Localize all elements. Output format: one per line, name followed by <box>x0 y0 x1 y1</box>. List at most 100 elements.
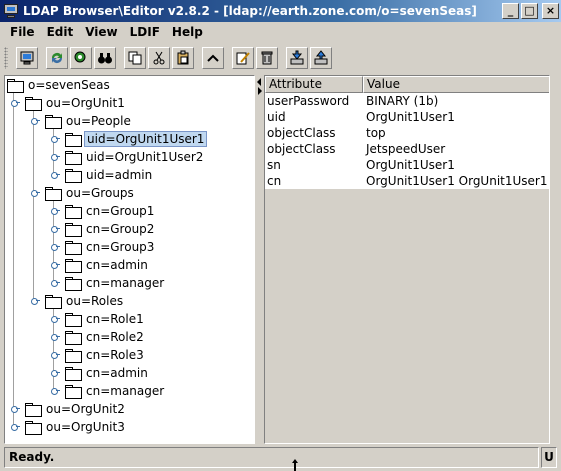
split-divider[interactable] <box>255 75 264 444</box>
window-title: LDAP Browser\Editor v2.8.2 - [ldap://ear… <box>23 4 477 18</box>
tree-node-groups[interactable]: ou=Groups <box>45 184 136 202</box>
toolbar-grip[interactable] <box>4 47 8 69</box>
tree-expand-handle-icon[interactable] <box>51 368 60 377</box>
tree-node-role1[interactable]: cn=Role1 <box>65 310 146 328</box>
tree-node-group1[interactable]: cn=Group1 <box>65 202 156 220</box>
tree-node-label: ou=OrgUnit2 <box>46 402 125 416</box>
tree-node-label: cn=Group2 <box>86 222 155 236</box>
tree-expand-handle-icon[interactable] <box>51 314 60 323</box>
tree-expand-handle-icon[interactable] <box>51 332 60 341</box>
refresh-button[interactable] <box>46 47 68 69</box>
tree-node-role-admin[interactable]: cn=admin <box>65 364 150 382</box>
tree-node-group-manager[interactable]: cn=manager <box>65 274 166 292</box>
tree-expand-handle-icon[interactable] <box>11 98 20 107</box>
edit-button[interactable] <box>232 47 254 69</box>
table-row[interactable]: cn OrgUnit1User1 OrgUnit1User1 <box>265 173 549 189</box>
tree-node-uid-admin[interactable]: uid=admin <box>65 166 154 184</box>
tree-node-orgunit3[interactable]: ou=OrgUnit3 <box>25 418 127 436</box>
tree-expand-handle-icon[interactable] <box>51 242 60 251</box>
directory-tree[interactable]: o=sevenSeas ou=OrgUnit1 ou=People uid=Or… <box>4 75 255 444</box>
menu-help[interactable]: Help <box>166 25 209 39</box>
tree-expand-handle-icon[interactable] <box>31 188 40 197</box>
tree-node-orgunit1[interactable]: ou=OrgUnit1 <box>25 94 127 112</box>
tree-expand-handle-icon[interactable] <box>51 170 60 179</box>
tree-node-root[interactable]: o=sevenSeas <box>7 76 112 94</box>
tree-expand-handle-icon[interactable] <box>51 260 60 269</box>
up-button[interactable] <box>202 47 224 69</box>
tree-node-roles[interactable]: ou=Roles <box>45 292 125 310</box>
mouse-cursor-icon <box>292 459 298 471</box>
export-button[interactable] <box>310 47 332 69</box>
tree-node-orgunit2[interactable]: ou=OrgUnit2 <box>25 400 127 418</box>
table-row[interactable]: objectClass JetspeedUser <box>265 141 549 157</box>
value-cell: OrgUnit1User1 <box>366 158 455 172</box>
search-button[interactable] <box>70 47 92 69</box>
tree-expand-handle-icon[interactable] <box>51 350 60 359</box>
value-cell: JetspeedUser <box>366 142 446 156</box>
table-row[interactable]: userPassword BINARY (1b) <box>265 93 549 109</box>
copy-button[interactable] <box>124 47 146 69</box>
menu-view[interactable]: View <box>79 25 123 39</box>
delete-button[interactable] <box>256 47 278 69</box>
attribute-table[interactable]: Attribute Value userPassword BINARY (1b)… <box>264 75 550 444</box>
tree-node-label: uid=admin <box>86 168 153 182</box>
tree-node-label: cn=Role2 <box>86 330 144 344</box>
menu-edit[interactable]: Edit <box>41 25 80 39</box>
menu-file[interactable]: File <box>4 25 41 39</box>
tree-expand-handle-icon[interactable] <box>51 152 60 161</box>
tree-node-label: cn=manager <box>86 276 165 290</box>
tree-expand-handle-icon[interactable] <box>31 116 40 125</box>
tree-node-user2[interactable]: uid=OrgUnit1User2 <box>65 148 205 166</box>
tree-node-label: ou=OrgUnit3 <box>46 420 125 434</box>
paste-button[interactable] <box>172 47 194 69</box>
binoculars-icon <box>98 53 112 64</box>
close-button[interactable]: × <box>542 3 559 19</box>
delete-icon <box>261 51 273 65</box>
tree-expand-handle-icon[interactable] <box>51 278 60 287</box>
tree-node-label: ou=People <box>66 114 131 128</box>
tree-node-role2[interactable]: cn=Role2 <box>65 328 146 346</box>
collapse-right-arrow-icon[interactable] <box>258 87 262 95</box>
folder-icon <box>65 240 82 255</box>
tree-node-people[interactable]: ou=People <box>45 112 133 130</box>
tree-expand-handle-icon[interactable] <box>11 404 20 413</box>
folder-icon <box>65 312 82 327</box>
column-header-attribute[interactable]: Attribute <box>265 76 363 93</box>
tree-expand-handle-icon[interactable] <box>51 134 60 143</box>
connect-button[interactable] <box>16 47 38 69</box>
tree-node-group-admin[interactable]: cn=admin <box>65 256 150 274</box>
menu-bar: File Edit View LDIF Help <box>0 22 561 42</box>
column-header-value[interactable]: Value <box>363 76 549 93</box>
attribute-cell: sn <box>267 158 281 172</box>
tree-expand-handle-icon[interactable] <box>51 206 60 215</box>
attribute-cell: uid <box>267 110 286 124</box>
title-bar[interactable]: LDAP Browser\Editor v2.8.2 - [ldap://ear… <box>0 0 561 22</box>
tree-expand-handle-icon[interactable] <box>51 224 60 233</box>
tree-node-user1[interactable]: uid=OrgUnit1User1 <box>65 130 208 148</box>
tree-node-group2[interactable]: cn=Group2 <box>65 220 156 238</box>
tree-expand-handle-icon[interactable] <box>31 296 40 305</box>
table-row[interactable]: objectClass top <box>265 125 549 141</box>
tree-node-label: cn=admin <box>86 366 148 380</box>
tree-expand-handle-icon[interactable] <box>11 422 20 431</box>
collapse-left-arrow-icon[interactable] <box>257 78 261 86</box>
tree-expand-handle-icon[interactable] <box>51 386 60 395</box>
maximize-button[interactable]: □ <box>521 3 538 19</box>
binoculars-button[interactable] <box>94 47 116 69</box>
attribute-cell: userPassword <box>267 94 350 108</box>
tree-node-role3[interactable]: cn=Role3 <box>65 346 146 364</box>
table-row[interactable]: sn OrgUnit1User1 <box>265 157 549 173</box>
tree-node-label: cn=Role1 <box>86 312 144 326</box>
tree-node-label: cn=Role3 <box>86 348 144 362</box>
minimize-button[interactable]: _ <box>502 3 519 19</box>
tree-node-role-manager[interactable]: cn=manager <box>65 382 166 400</box>
tree-node-group3[interactable]: cn=Group3 <box>65 238 156 256</box>
menu-ldif[interactable]: LDIF <box>124 25 166 39</box>
export-icon <box>314 50 328 65</box>
table-row[interactable]: uid OrgUnit1User1 <box>265 109 549 125</box>
cut-button[interactable] <box>148 47 170 69</box>
import-button[interactable] <box>286 47 308 69</box>
copy-icon <box>128 51 142 65</box>
table-body: userPassword BINARY (1b) uid OrgUnit1Use… <box>265 93 549 189</box>
folder-icon <box>65 258 82 273</box>
